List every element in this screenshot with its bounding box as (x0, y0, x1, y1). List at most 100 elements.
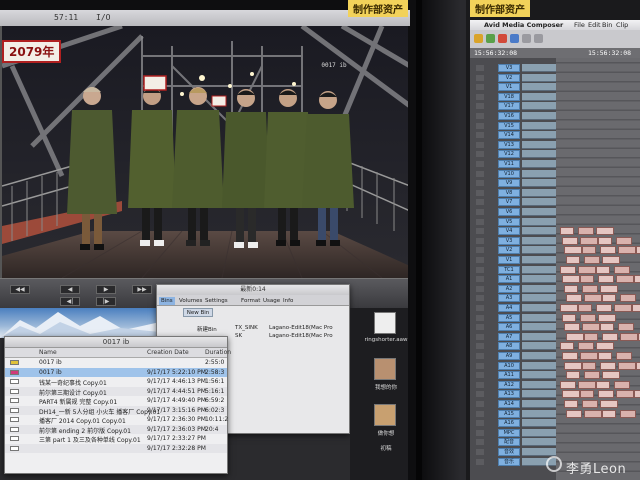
track-toggle[interactable] (476, 228, 484, 235)
bin-row[interactable]: 三第 part 1 及三及各种单线 Copy.01 9/17/17 2:33:27… (5, 434, 227, 444)
timeline-clip[interactable] (580, 275, 594, 284)
timeline-clip[interactable] (618, 361, 636, 370)
track-toggle[interactable] (476, 237, 484, 244)
timeline-clip[interactable] (602, 294, 616, 303)
step-back-button[interactable]: ◀ (60, 285, 80, 294)
timeline-clip[interactable] (598, 390, 614, 399)
timeline-clip[interactable] (600, 400, 618, 408)
track-label[interactable]: V11 (498, 160, 520, 168)
timeline-clip[interactable] (582, 323, 600, 332)
timeline-clip[interactable] (564, 323, 580, 332)
timeline-clip[interactable] (596, 304, 612, 312)
track-label[interactable]: A12 (498, 380, 520, 389)
track-label[interactable]: MPC (498, 428, 520, 437)
track-label[interactable]: V17 (498, 102, 520, 111)
track-toggle[interactable] (476, 257, 484, 263)
timeline-clip[interactable] (582, 361, 596, 370)
timeline-clip[interactable] (618, 323, 634, 332)
track-label[interactable]: 音乐 (498, 457, 520, 466)
timeline-clip[interactable] (562, 313, 576, 322)
track-label[interactable]: V12 (498, 150, 520, 159)
track-label[interactable]: A9 (498, 352, 520, 360)
track-toggle[interactable] (476, 84, 484, 91)
timeline-clip[interactable] (620, 409, 636, 418)
bin-row[interactable]: 播客厂 2014 Copy.01 Copy.01 9/17/17 2:36:30 … (5, 415, 228, 425)
timeline-clip[interactable] (616, 352, 632, 360)
bin-row[interactable]: 钱某一奇纪事找 Copy.01 9/17/17 4:46:13 PM 1:56:1 (5, 377, 227, 387)
track-toggle[interactable] (476, 209, 484, 215)
timeline-clip[interactable] (564, 361, 582, 370)
timeline-clip[interactable] (584, 371, 600, 380)
timeline-clip[interactable] (560, 380, 576, 389)
track-label[interactable]: V3 (498, 236, 520, 245)
timeline-clip[interactable] (564, 400, 578, 408)
track-label[interactable]: A14 (498, 400, 520, 408)
timeline-clip[interactable] (600, 323, 614, 332)
track-toggle[interactable] (476, 439, 484, 446)
timeline-clip[interactable] (566, 332, 584, 341)
track-toggle[interactable] (476, 449, 484, 455)
track-toggle[interactable] (476, 276, 484, 283)
timeline-clip[interactable] (596, 227, 614, 236)
timeline-clip[interactable] (578, 265, 596, 274)
tool-icon[interactable] (522, 34, 531, 43)
timeline-clip[interactable] (580, 390, 594, 399)
track-label[interactable]: A8 (498, 342, 520, 351)
track-toggle[interactable] (476, 218, 484, 225)
track-label[interactable]: V14 (498, 131, 520, 140)
timeline-clip[interactable] (598, 352, 612, 360)
timeline-clip[interactable] (566, 256, 580, 264)
column-creation-date[interactable]: Creation Date (147, 349, 189, 356)
track-label[interactable]: A4 (498, 304, 520, 312)
timeline-clip[interactable] (620, 332, 638, 341)
track-toggle[interactable] (476, 372, 484, 379)
track-label[interactable]: V7 (498, 198, 520, 207)
bin-row[interactable]: 前尔第三期设计 Copy.01 9/17/17 4:44:51 PM 5:16:1 (5, 386, 227, 397)
track-toggle[interactable] (476, 93, 484, 100)
track-label[interactable]: A16 (498, 419, 520, 428)
track-toggle[interactable] (476, 353, 484, 359)
timeline-clip[interactable] (580, 352, 598, 360)
timeline-clip[interactable] (614, 304, 632, 312)
track-label[interactable]: 配音 (498, 438, 520, 447)
track-label[interactable]: A7 (498, 332, 520, 341)
timeline-clip[interactable] (614, 265, 630, 274)
track-toggle[interactable] (476, 362, 484, 369)
menu-bin[interactable]: Bin (602, 20, 612, 30)
bin-row[interactable]: DH14_一新 5人分组 小火车 播客厂 Copy.01 9/17/17 3:15… (5, 405, 227, 416)
track-label[interactable]: A13 (498, 390, 520, 399)
bin-row[interactable]: 前尔第 ending 2 前尔版 Copy.01 9/17/17 2:36:03 … (5, 424, 227, 435)
bin-window[interactable]: 0017 ib Name Creation Date Duration 0017… (4, 336, 231, 474)
timeline-clip[interactable] (564, 284, 578, 293)
tab-volumes[interactable]: Volumes (177, 297, 204, 305)
track-toggle[interactable] (476, 391, 484, 398)
timeline-clip[interactable] (582, 246, 596, 255)
track-toggle[interactable] (476, 410, 484, 417)
timeline-clip[interactable] (578, 380, 596, 389)
track-toggle[interactable] (476, 170, 484, 177)
track-label[interactable]: V15 (498, 121, 520, 130)
timeline-clip[interactable] (562, 236, 578, 245)
timeline-clip[interactable] (614, 380, 630, 389)
timeline-clip[interactable] (618, 246, 636, 255)
timeline-clip[interactable] (600, 361, 616, 370)
timeline-clip[interactable] (602, 371, 620, 380)
track-toggle[interactable] (476, 333, 484, 340)
timeline-clip[interactable] (578, 227, 594, 236)
track-toggle[interactable] (476, 381, 484, 388)
track-label[interactable]: TC1 (498, 265, 520, 274)
tab-bins[interactable]: Bins (159, 297, 175, 305)
track-label[interactable]: A10 (498, 361, 520, 370)
timeline-clip[interactable] (560, 342, 574, 351)
track-toggle[interactable] (476, 314, 484, 321)
new-bin-button[interactable]: New Bin (183, 308, 213, 317)
tool-icon[interactable] (474, 34, 483, 43)
track-toggle[interactable] (476, 141, 484, 148)
timeline-clip[interactable] (564, 246, 582, 255)
menu-file[interactable]: File (574, 20, 585, 30)
play-button[interactable]: ▶ (96, 285, 116, 294)
timeline-clip[interactable] (598, 275, 614, 284)
track-label[interactable]: V6 (498, 208, 520, 216)
column-name[interactable]: Name (39, 349, 57, 356)
menu-clip[interactable]: Clip (616, 20, 628, 30)
